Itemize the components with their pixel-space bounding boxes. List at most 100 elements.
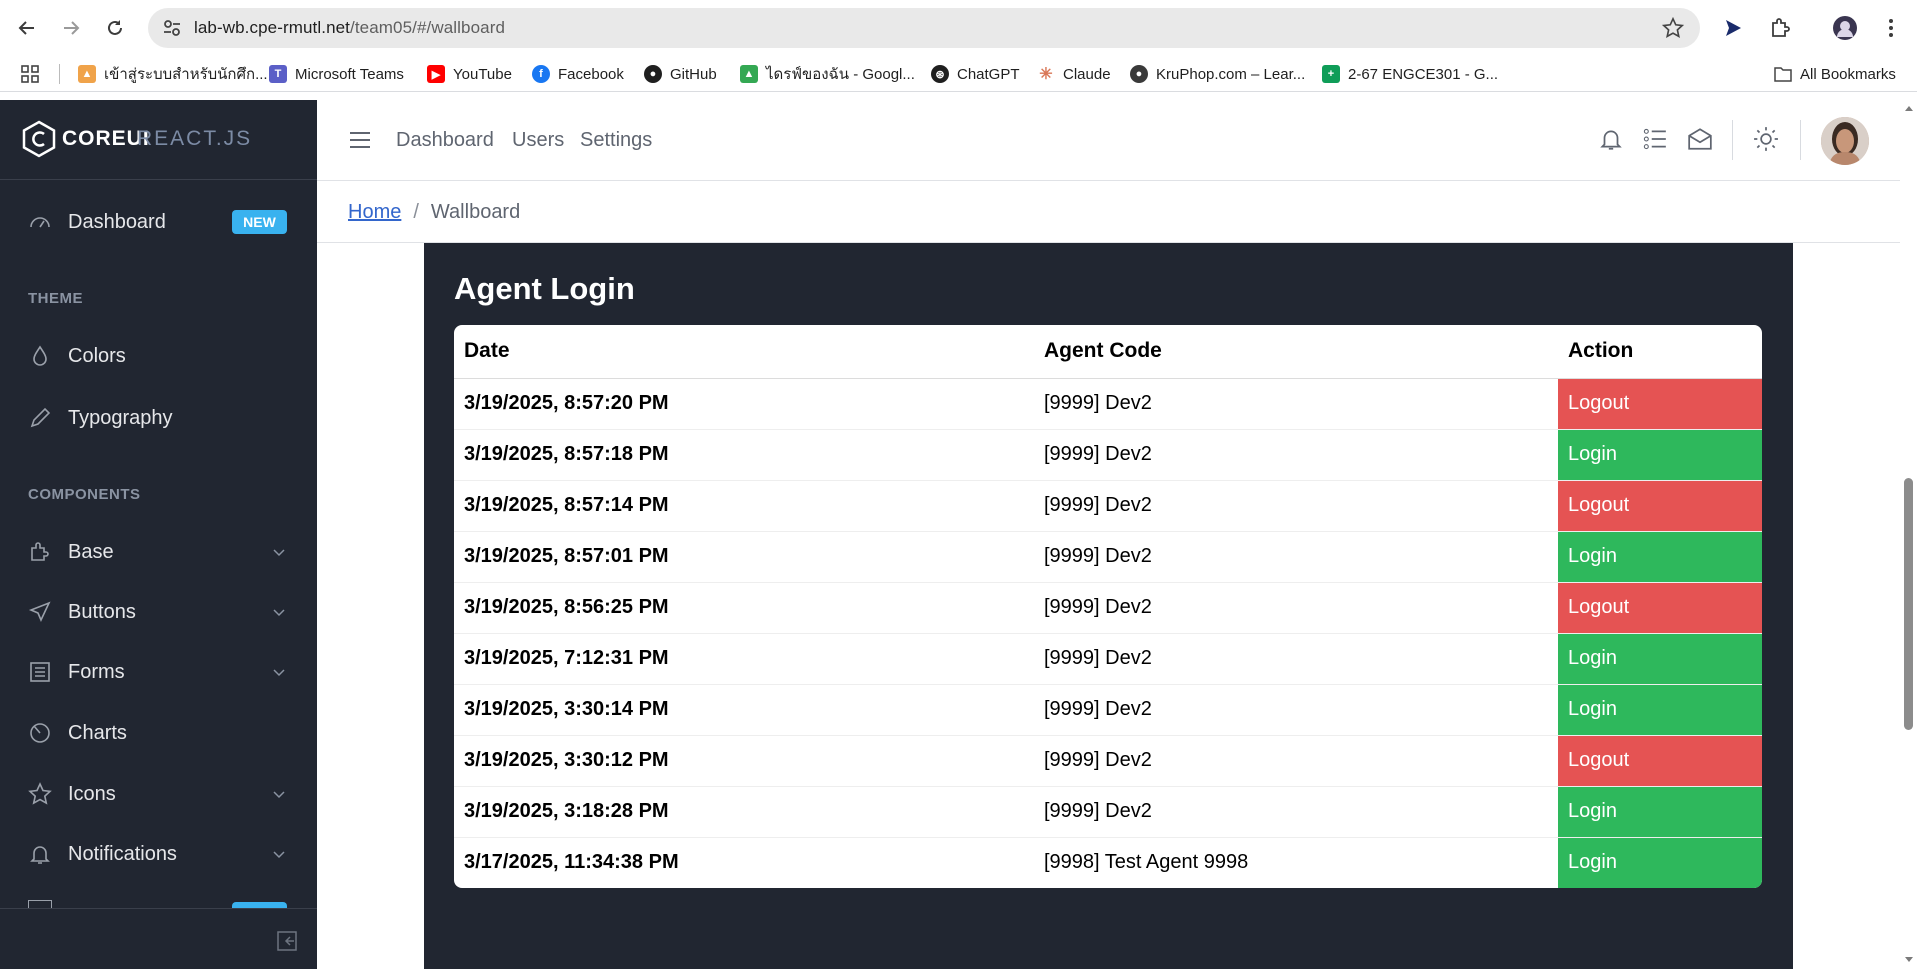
breadcrumb: Home / Wallboard [317,181,1900,243]
cell-agent-code: [9999] Dev2 [1034,479,1558,531]
puzzle-icon [31,542,49,561]
github-icon: ● [644,65,662,83]
cell-action-status: Login [1558,632,1762,684]
sidebar-item-label: Base [68,540,114,563]
cell-agent-code: [9999] Dev2 [1034,530,1558,582]
facebook-icon: f [532,65,550,83]
sidebar-item-label: Dashboard [68,210,166,233]
cell-action-status: Login [1558,428,1762,480]
sidebar-footer [0,908,317,969]
cell-agent-code: [9999] Dev2 [1034,734,1558,786]
sidebar-item-typography[interactable]: Typography [0,393,317,443]
cell-action-status: Login [1558,785,1762,837]
bookmark-divider [59,64,60,84]
sidebar-item-base[interactable]: Base [0,527,317,577]
folder-icon [1774,65,1792,83]
sidebar-item-label: Forms [68,660,125,683]
sidebar-item-icons[interactable]: Icons [0,769,317,819]
reload-icon[interactable] [100,13,130,43]
table-row: 3/19/2025, 7:12:31 PM [9999] Dev2 Login [454,632,1762,684]
all-bookmarks[interactable]: All Bookmarks [1774,63,1896,85]
sheets-icon: + [1322,65,1340,83]
scroll-down-icon[interactable] [1904,956,1914,964]
envelope-icon[interactable] [1687,126,1713,152]
table-row: 3/19/2025, 8:56:25 PM [9999] Dev2 Logout [454,581,1762,633]
components-section-title: COMPONENTS [28,486,141,503]
brand[interactable]: COREUI REACT.JS [0,100,317,180]
bookmark-star-icon[interactable] [1661,16,1685,44]
cell-action-status: Logout [1558,377,1762,429]
bookmark-item[interactable]: ● GitHub [644,63,717,85]
bookmark-item[interactable]: ⊛ ChatGPT [931,63,1020,85]
sidebar-item-dashboard[interactable]: Dashboard NEW [0,197,317,247]
bookmark-item[interactable]: ▲ ไดรฟ์ของฉัน - Googl... [740,63,915,85]
drop-icon [33,345,47,366]
theme-section-title: THEME [28,290,83,307]
sun-icon[interactable] [1753,126,1779,152]
bookmark-item[interactable]: f Facebook [532,63,624,85]
bookmark-item[interactable]: +2-67 ENGCE301 - G... [1322,63,1498,85]
sidebar: COREUI REACT.JS Dashboard NEW THEME Colo… [0,100,317,969]
back-arrow-icon[interactable] [12,13,42,43]
chevron-down-icon [273,609,285,617]
sidebar-item-charts[interactable]: Charts [0,708,317,758]
cell-action-status: Login [1558,836,1762,888]
address-bar[interactable]: lab-wb.cpe-rmutl.net/team05/#/wallboard [148,8,1700,48]
browser-chrome: lab-wb.cpe-rmutl.net/team05/#/wallboard … [0,0,1917,100]
bell-icon[interactable] [1598,126,1624,152]
cell-date: 3/19/2025, 8:57:20 PM [454,377,1034,429]
collapse-sidebar-icon[interactable] [277,931,297,951]
header-nav-dashboard[interactable]: Dashboard [396,129,494,152]
table-header-row: Date Agent Code Action [454,325,1762,379]
sidebar-item-forms[interactable]: Forms [0,647,317,697]
apps-grid-icon[interactable] [20,63,40,85]
notes-icon [30,662,50,682]
coreui-logo-icon [22,120,56,158]
chevron-down-icon [273,669,285,677]
sidebar-item-colors[interactable]: Colors [0,331,317,381]
cell-date: 3/17/2025, 11:34:38 PM [454,836,1034,888]
breadcrumb-current: Wallboard [430,201,521,223]
cell-date: 3/19/2025, 7:12:31 PM [454,632,1034,684]
cell-agent-code: [9999] Dev2 [1034,683,1558,735]
browser-menu-icon[interactable] [1876,13,1906,43]
drive-icon: ▲ [740,65,758,83]
bookmark-item[interactable]: ● KruPhop.com – Lear... [1130,63,1305,85]
hamburger-menu-icon[interactable] [349,130,371,150]
profile-avatar-icon[interactable] [1830,13,1860,43]
list-icon[interactable] [1642,126,1668,152]
speedometer-icon [30,217,50,228]
chevron-down-icon [273,549,285,557]
bookmark-item[interactable]: ▶ YouTube [427,63,512,85]
chevron-down-icon [273,791,285,799]
cell-action-status: Logout [1558,734,1762,786]
extensions-icon[interactable] [1765,13,1795,43]
url-text: lab-wb.cpe-rmutl.net/team05/#/wallboard [194,18,506,37]
header-nav-settings[interactable]: Settings [580,129,652,152]
table-row: 3/19/2025, 3:30:14 PM [9999] Dev2 Login [454,683,1762,735]
column-header-date: Date [454,325,1034,379]
bookmark-item[interactable]: ✳ Claude [1037,63,1111,85]
breadcrumb-home-link[interactable]: Home [348,201,401,223]
cell-action-status: Logout [1558,479,1762,531]
scroll-up-icon[interactable] [1904,104,1914,112]
sidebar-item-notifications[interactable]: Notifications [0,829,317,879]
send-icon[interactable] [1718,13,1748,43]
site-settings-icon[interactable] [162,18,182,43]
cell-agent-code: [9998] Test Agent 9998 [1034,836,1558,888]
bookmark-item[interactable]: ▲ เข้าสู่ระบบสำหรับนักศึก... [78,63,268,85]
sidebar-item-buttons[interactable]: Buttons [0,587,317,637]
new-badge: NEW [232,210,287,234]
widgets-icon [28,900,52,908]
bookmark-item[interactable]: T Microsoft Teams [269,63,404,85]
chart-pie-icon [30,723,50,743]
table-row: 3/19/2025, 8:57:20 PM [9999] Dev2 Logout [454,377,1762,429]
cell-date: 3/19/2025, 8:57:14 PM [454,479,1034,531]
avatar[interactable] [1821,117,1869,165]
forward-arrow-icon[interactable] [56,13,86,43]
cell-agent-code: [9999] Dev2 [1034,428,1558,480]
cell-date: 3/19/2025, 3:30:12 PM [454,734,1034,786]
cursor-icon [28,601,51,622]
scrollbar-thumb[interactable] [1904,478,1913,730]
header-nav-users[interactable]: Users [512,129,564,152]
